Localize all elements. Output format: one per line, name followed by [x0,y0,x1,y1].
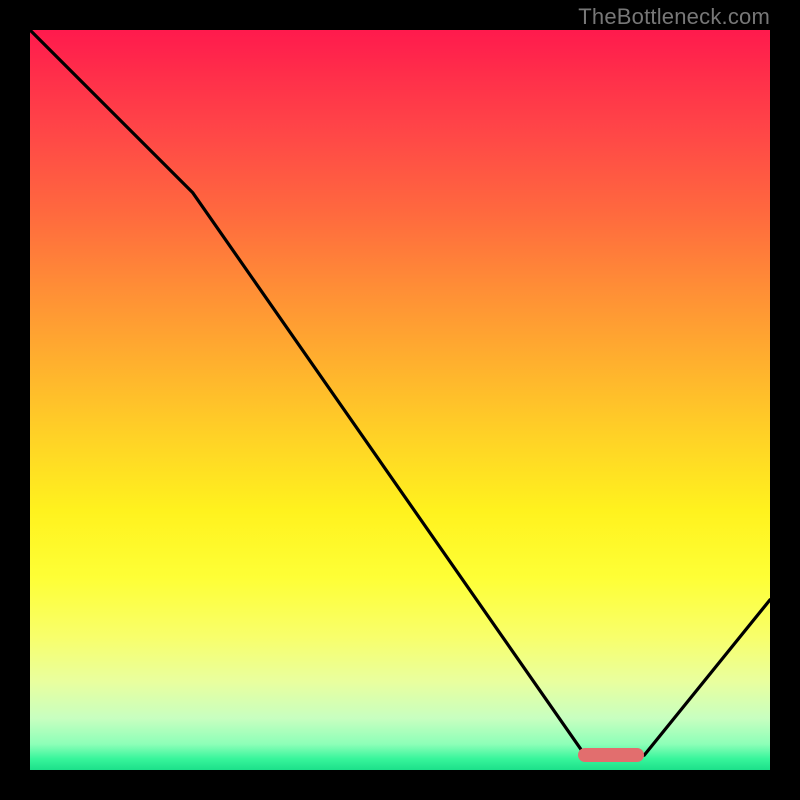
optimum-marker [578,748,645,762]
plot-area [30,30,770,770]
watermark-text: TheBottleneck.com [578,4,770,30]
curve-svg [30,30,770,770]
bottleneck-curve-path [30,30,770,758]
chart-frame: TheBottleneck.com [0,0,800,800]
